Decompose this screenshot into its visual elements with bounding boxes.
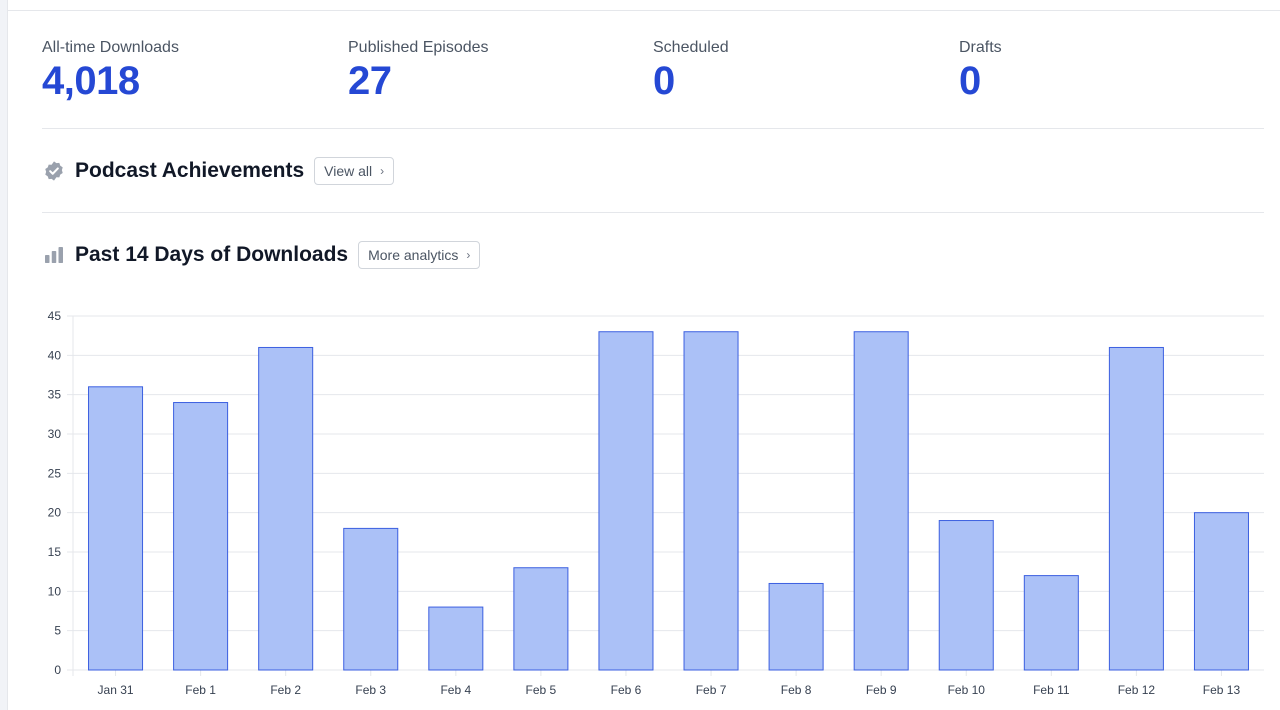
x-tick-label: Feb 5 (526, 683, 557, 697)
bar (428, 606, 484, 671)
stat-published-episodes: Published Episodes 27 (348, 38, 489, 103)
chevron-right-icon: › (380, 164, 385, 178)
top-divider (8, 10, 1280, 11)
downloads-header: Past 14 Days of Downloads More analytics… (42, 240, 481, 270)
x-tick-label: Feb 3 (355, 683, 386, 697)
y-tick-label: 20 (48, 506, 62, 520)
stat-label: Drafts (959, 39, 1002, 56)
chevron-right-icon: › (466, 248, 471, 262)
x-tick-label: Feb 13 (1203, 683, 1241, 697)
bar (258, 346, 314, 671)
bar (88, 386, 144, 671)
left-rail (0, 0, 8, 710)
stat-label: Scheduled (653, 39, 729, 56)
stat-value: 4,018 (42, 59, 140, 103)
bar (513, 567, 569, 671)
stat-scheduled: Scheduled 0 (653, 38, 729, 103)
bar (1023, 575, 1079, 671)
x-tick-label: Feb 7 (696, 683, 727, 697)
x-tick-label: Jan 31 (98, 683, 134, 697)
y-tick-label: 35 (48, 388, 62, 402)
section-divider (42, 212, 1264, 213)
bar (768, 582, 824, 671)
y-tick-label: 10 (48, 584, 62, 598)
x-tick-label: Feb 2 (270, 683, 301, 697)
x-tick-label: Feb 6 (611, 683, 642, 697)
bar (853, 331, 909, 671)
section-divider (42, 128, 1264, 129)
bar (598, 331, 654, 671)
stat-label: Published Episodes (348, 39, 489, 56)
stats-row: All-time Downloads 4,018 Published Episo… (42, 38, 1264, 108)
x-tick-label: Feb 10 (948, 683, 986, 697)
y-tick-label: 5 (54, 624, 61, 638)
bar (343, 527, 399, 671)
y-tick-label: 25 (48, 466, 62, 480)
y-tick-label: 40 (48, 348, 62, 362)
bar (173, 402, 229, 671)
more-analytics-button[interactable]: More analytics › (358, 241, 481, 269)
downloads-bar-chart: 0 5 10 15 20 25 30 35 40 45 Jan 31 Feb 1 Feb 2 Feb 3 F… (48, 309, 1264, 697)
x-tick-label: Feb 1 (185, 683, 216, 697)
achievements-title: Podcast Achievements (75, 159, 305, 182)
downloads-title: Past 14 Days of Downloads (75, 243, 349, 266)
y-tick-label: 45 (48, 309, 62, 323)
stat-value: 0 (653, 59, 675, 103)
stat-all-time-downloads: All-time Downloads 4,018 (42, 38, 179, 103)
y-tick-label: 0 (54, 663, 61, 677)
view-all-label: View all (324, 163, 373, 179)
view-all-button[interactable]: View all › (314, 157, 395, 185)
more-analytics-label: More analytics (368, 247, 459, 263)
x-tick-label: Feb 12 (1118, 683, 1156, 697)
y-tick-label: 15 (48, 545, 62, 559)
bar (1108, 346, 1164, 671)
stat-value: 27 (348, 59, 392, 103)
bar (683, 331, 739, 671)
stat-value: 0 (959, 59, 981, 103)
verified-badge-icon (42, 159, 66, 183)
bar (1193, 512, 1249, 671)
stat-drafts: Drafts 0 (959, 38, 1002, 103)
x-tick-label: Feb 9 (866, 683, 897, 697)
x-tick-label: Feb 4 (440, 683, 471, 697)
achievements-header: Podcast Achievements View all › (42, 156, 395, 186)
bar-chart-icon (42, 243, 66, 267)
y-tick-label: 30 (48, 427, 62, 441)
x-tick-label: Feb 11 (1033, 683, 1070, 697)
bar (938, 520, 994, 671)
x-tick-label: Feb 8 (781, 683, 812, 697)
stat-label: All-time Downloads (42, 39, 179, 56)
